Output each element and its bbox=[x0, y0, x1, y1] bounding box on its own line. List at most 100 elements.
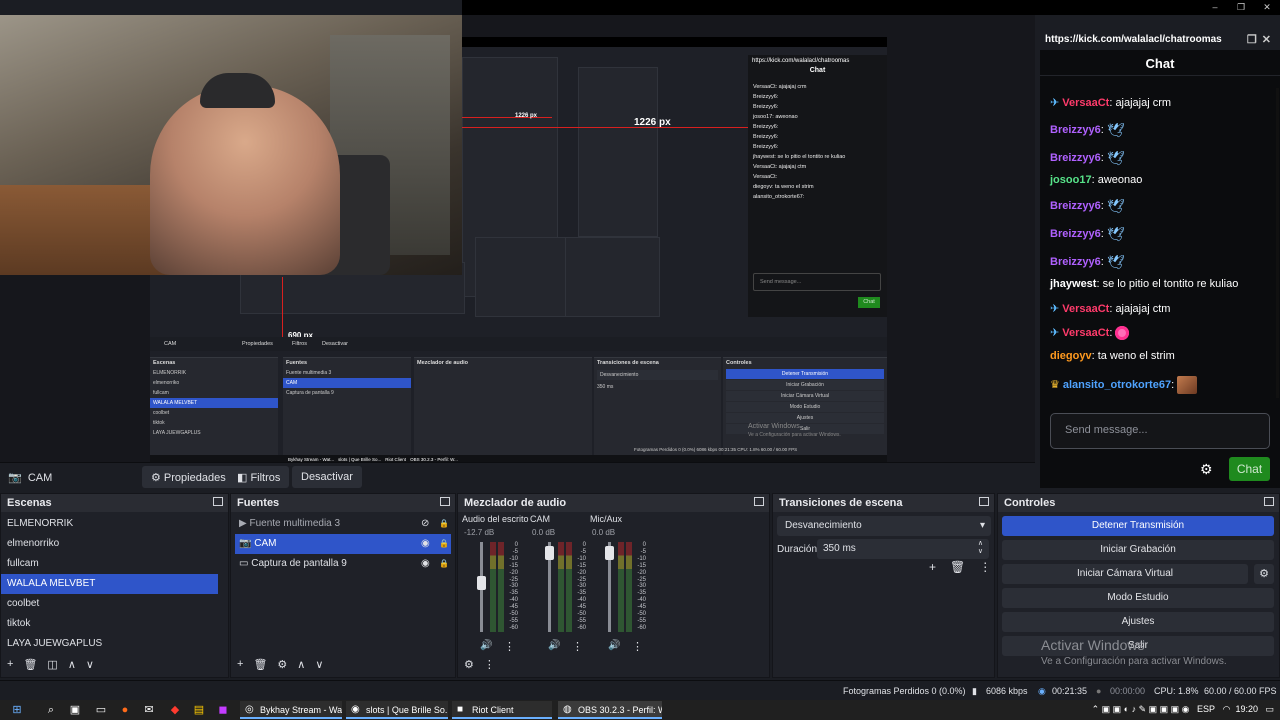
scene-item[interactable]: ELMENORRIK bbox=[1, 514, 218, 534]
undock-icon[interactable]: ❐ bbox=[1247, 34, 1262, 46]
obs-preview[interactable]: 1226 px 1226 px 690 px https://kick.com/… bbox=[0, 15, 1035, 477]
channel-menu-icon[interactable]: ⋮ bbox=[504, 640, 515, 653]
scene-item[interactable]: LAYA JUEWGAPLUS bbox=[1, 634, 218, 654]
transition-menu-icon[interactable]: ⋮ bbox=[979, 560, 991, 574]
close-icon[interactable]: ✕ bbox=[1262, 34, 1276, 46]
deactivate-button[interactable]: Desactivar bbox=[292, 466, 362, 488]
clock[interactable]: 19:20 bbox=[1235, 704, 1258, 714]
scene-filters-icon[interactable]: ◫ bbox=[47, 658, 57, 674]
chat-username[interactable]: Breizzyy6 bbox=[1050, 124, 1101, 136]
eye-icon[interactable]: ◉ bbox=[421, 534, 430, 554]
scene-item[interactable]: WALALA MELVBET bbox=[1, 574, 218, 594]
undock-icon[interactable] bbox=[1264, 497, 1274, 506]
add-scene-icon[interactable]: + bbox=[7, 658, 13, 674]
language-indicator[interactable]: ESP bbox=[1197, 704, 1215, 714]
window-titlebar: – ❐ ✕ bbox=[462, 0, 1280, 15]
chat-username[interactable]: Breizzyy6 bbox=[1050, 200, 1101, 212]
tray-icons[interactable]: ⌃ ▣ ▣ ◐ ♪ ✎ ▣ ▣ ▣ ◉ bbox=[1092, 704, 1195, 714]
search-icon[interactable]: ⌕ bbox=[44, 703, 58, 717]
chat-scrollbar[interactable] bbox=[1276, 88, 1279, 398]
maximize-button[interactable]: ❐ bbox=[1228, 0, 1254, 14]
filters-button[interactable]: ◧ Filtros bbox=[228, 466, 290, 488]
add-transition-icon[interactable]: + bbox=[929, 560, 936, 574]
move-up-icon[interactable]: ∧ bbox=[297, 658, 305, 674]
scene-item[interactable]: fullcam bbox=[1, 554, 218, 574]
fader-knob[interactable] bbox=[545, 545, 554, 560]
source-item[interactable]: ▭ Captura de pantalla 9 ◉ 🔒 bbox=[235, 554, 451, 574]
chat-username[interactable]: VersaaCt bbox=[1062, 303, 1109, 315]
mail-icon[interactable]: ✉ bbox=[142, 703, 156, 717]
fader-knob[interactable] bbox=[477, 576, 486, 591]
remove-transition-icon[interactable]: 🗑 bbox=[950, 560, 965, 574]
app-icon[interactable]: ◼ bbox=[216, 703, 230, 717]
close-button[interactable]: ✕ bbox=[1254, 0, 1280, 14]
properties-button[interactable]: ⚙ Propiedades bbox=[142, 466, 235, 488]
firefox-icon[interactable]: ● bbox=[118, 703, 132, 717]
chat-username[interactable]: Breizzyy6 bbox=[1050, 152, 1101, 164]
control-button-modo-estudio[interactable]: Modo Estudio bbox=[1002, 588, 1274, 608]
minimize-button[interactable]: – bbox=[1202, 0, 1228, 14]
remove-source-icon[interactable]: 🗑 bbox=[253, 658, 267, 674]
chat-username[interactable]: jhaywest bbox=[1050, 278, 1096, 290]
taskbar-app[interactable]: ■ Riot Client bbox=[452, 701, 552, 719]
brave-icon[interactable]: ◆ bbox=[168, 703, 182, 717]
source-item[interactable]: ▶ Fuente multimedia 3 ⊘ 🔒 bbox=[235, 514, 451, 534]
taskview-icon[interactable]: ▣ bbox=[68, 703, 82, 717]
virtual-camera-gear-icon[interactable]: ⚙ bbox=[1254, 564, 1274, 584]
transition-select[interactable]: Desvanecimiento ▾ bbox=[777, 516, 991, 536]
lock-icon[interactable]: 🔒 bbox=[439, 534, 449, 554]
undock-icon[interactable] bbox=[979, 497, 989, 506]
speaker-icon[interactable]: 🔊 bbox=[548, 640, 560, 651]
scene-item[interactable]: coolbet bbox=[1, 594, 218, 614]
lock-icon[interactable]: 🔒 bbox=[439, 554, 449, 574]
channel-menu-icon[interactable]: ⋮ bbox=[572, 640, 583, 653]
move-up-icon[interactable]: ∧ bbox=[68, 658, 76, 674]
taskbar-app[interactable]: ◎ Bykhay Stream - Wat... bbox=[240, 701, 342, 719]
control-button-iniciar-c-mara-virtual[interactable]: Iniciar Cámara Virtual bbox=[1002, 564, 1248, 584]
speaker-icon[interactable]: 🔊 bbox=[608, 640, 620, 651]
fader-knob[interactable] bbox=[605, 545, 614, 560]
start-icon[interactable]: ⊞ bbox=[10, 703, 24, 717]
source-settings-gear-icon[interactable]: ⚙ bbox=[277, 658, 287, 674]
chat-username[interactable]: josoo17 bbox=[1050, 174, 1092, 186]
control-button-detener-transmisi-n[interactable]: Detener Transmisión bbox=[1002, 516, 1274, 536]
chat-username[interactable]: alansito_otrokorte67 bbox=[1063, 379, 1171, 391]
db-tick: -45 bbox=[577, 604, 586, 611]
system-tray[interactable]: ⌃ ▣ ▣ ◐ ♪ ✎ ▣ ▣ ▣ ◉ ESP ◠ 19:20 ▭ bbox=[1092, 704, 1274, 715]
undock-icon[interactable] bbox=[213, 497, 223, 506]
speaker-icon[interactable]: 🔊 bbox=[480, 640, 492, 651]
folder-icon[interactable]: ▭ bbox=[94, 703, 108, 717]
chat-send-button[interactable]: Chat bbox=[1229, 457, 1270, 481]
channel-menu-icon[interactable]: ⋮ bbox=[632, 640, 643, 653]
move-down-icon[interactable]: ∨ bbox=[315, 658, 323, 674]
chat-username[interactable]: diegoyv bbox=[1050, 350, 1092, 362]
move-down-icon[interactable]: ∨ bbox=[86, 658, 94, 674]
source-item[interactable]: 📷 CAM ◉ 🔒 bbox=[235, 534, 451, 554]
eye-hidden-icon[interactable]: ⊘ bbox=[421, 514, 429, 534]
taskbar-app[interactable]: ◍ OBS 30.2.3 - Perfil: W... bbox=[558, 701, 662, 719]
undock-icon[interactable] bbox=[754, 497, 764, 506]
spin-arrows-icon[interactable]: ∧ ∨ bbox=[978, 540, 983, 556]
chat-username[interactable]: Breizzyy6 bbox=[1050, 256, 1101, 268]
mixer-menu-icon[interactable]: ⋮ bbox=[484, 658, 495, 674]
taskbar-app[interactable]: ◉ slots | Que Brille So... bbox=[346, 701, 448, 719]
scene-item[interactable]: tiktok bbox=[1, 614, 218, 634]
chat-username[interactable]: Breizzyy6 bbox=[1050, 228, 1101, 240]
control-button-iniciar-grabaci-n[interactable]: Iniciar Grabación bbox=[1002, 540, 1274, 560]
notification-icon[interactable]: ▭ bbox=[1265, 704, 1274, 714]
add-source-icon[interactable]: + bbox=[237, 658, 243, 674]
duration-spinbox[interactable]: 350 ms ∧ ∨ bbox=[817, 539, 989, 559]
advanced-audio-gear-icon[interactable]: ⚙ bbox=[464, 658, 474, 674]
remove-scene-icon[interactable]: 🗑 bbox=[23, 658, 37, 674]
lock-icon[interactable]: 🔒 bbox=[439, 514, 449, 534]
undock-icon[interactable] bbox=[440, 497, 450, 506]
scene-item[interactable]: elmenorriko bbox=[1, 534, 218, 554]
files-icon[interactable]: ▤ bbox=[192, 703, 206, 717]
chat-message-input[interactable]: Send message... bbox=[1050, 413, 1270, 449]
chat-username[interactable]: VersaaCt bbox=[1062, 97, 1109, 109]
chat-username[interactable]: VersaaCt bbox=[1062, 327, 1109, 339]
control-button-ajustes[interactable]: Ajustes bbox=[1002, 612, 1274, 632]
mini-control-item: Iniciar Grabación bbox=[726, 380, 884, 390]
chat-settings-gear-icon[interactable]: ⚙ bbox=[1200, 461, 1213, 478]
eye-icon[interactable]: ◉ bbox=[421, 554, 430, 574]
